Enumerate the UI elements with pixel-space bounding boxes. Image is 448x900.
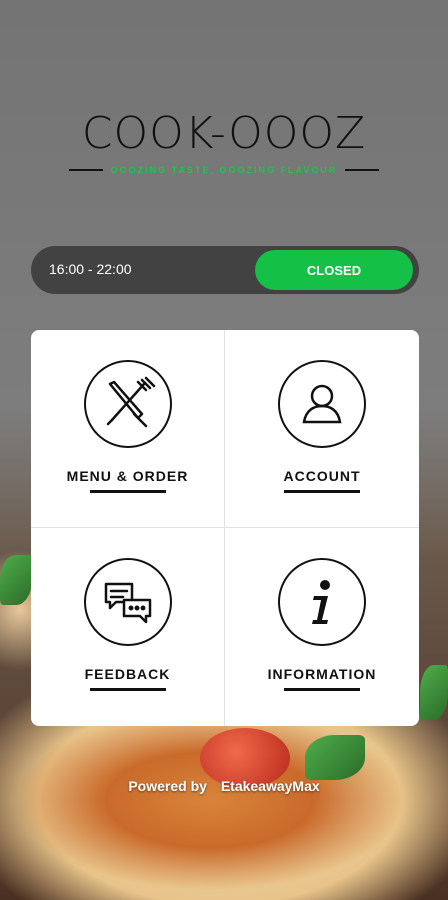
brand-name: COOK-OOOZ xyxy=(81,108,367,159)
tagline-row: OOOZING TASTE, OOOZING FLAVOUR xyxy=(0,165,448,175)
info-icon xyxy=(278,558,366,646)
basil-leaf-decoration xyxy=(420,665,448,720)
powered-by-text: Powered by xyxy=(128,778,207,794)
menu-order-label: MENU & ORDER xyxy=(66,468,189,484)
powered-by-footer: Powered by EtakeawayMax xyxy=(0,778,448,794)
information-tile[interactable]: INFORMATION xyxy=(225,528,419,726)
feedback-label: FEEDBACK xyxy=(84,666,171,682)
account-tile[interactable]: ACCOUNT xyxy=(225,330,419,528)
chat-bubbles-icon xyxy=(83,558,172,646)
cutlery-icon xyxy=(83,360,172,448)
opening-hours-bar: 16:00 - 22:00 CLOSED xyxy=(31,246,419,294)
user-icon xyxy=(278,360,366,448)
basil-leaf-decoration xyxy=(305,735,365,780)
provider-link[interactable]: EtakeawayMax xyxy=(221,778,320,794)
account-label: ACCOUNT xyxy=(283,468,361,484)
opening-hours-text: 16:00 - 22:00 xyxy=(49,261,132,277)
feedback-underline xyxy=(89,688,166,691)
account-underline xyxy=(284,490,360,493)
main-menu-grid: MENU & ORDER ACCOUNT FEEDBACK INFORMATIO… xyxy=(31,330,419,726)
menu-order-underline xyxy=(89,490,166,493)
basil-leaf-decoration xyxy=(0,555,32,605)
feedback-tile[interactable]: FEEDBACK xyxy=(31,528,225,726)
menu-order-tile[interactable]: MENU & ORDER xyxy=(31,330,225,528)
tagline-divider xyxy=(345,169,380,171)
information-label: INFORMATION xyxy=(267,666,377,682)
store-status-button[interactable]: CLOSED xyxy=(255,250,413,290)
brand-tagline: OOOZING TASTE, OOOZING FLAVOUR xyxy=(110,165,338,175)
information-underline xyxy=(284,688,360,691)
brand-logo: COOK-OOOZ OOOZING TASTE, OOOZING FLAVOUR xyxy=(0,108,448,175)
tagline-divider xyxy=(68,169,103,171)
